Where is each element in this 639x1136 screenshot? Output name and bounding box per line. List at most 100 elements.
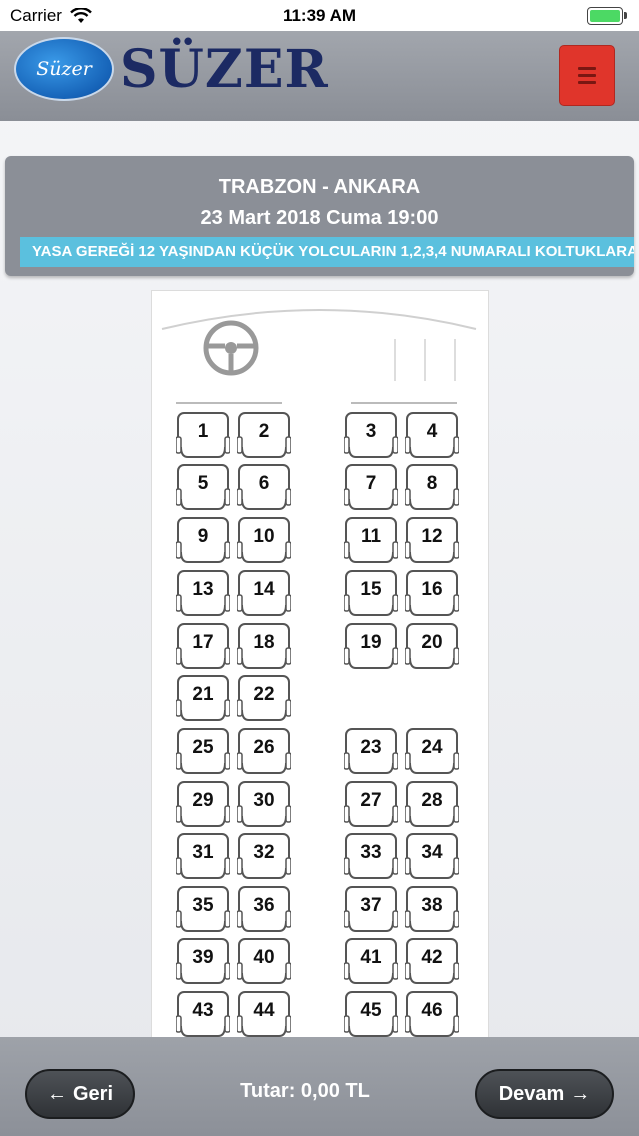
- seat[interactable]: 30: [237, 780, 291, 830]
- seat[interactable]: 35: [176, 885, 230, 935]
- seat-number: 20: [421, 632, 443, 653]
- seat-number: 33: [360, 842, 382, 863]
- seat-number: 21: [192, 684, 214, 705]
- seat[interactable]: 6: [237, 463, 291, 513]
- seat-number: 14: [253, 579, 275, 600]
- seat[interactable]: 13: [176, 569, 230, 619]
- seat-number: 44: [253, 1000, 275, 1021]
- seat-number: 6: [258, 473, 270, 494]
- seat[interactable]: 20: [405, 622, 459, 672]
- seat-number: 17: [192, 632, 214, 653]
- menu-button[interactable]: [559, 45, 615, 106]
- status-left: Carrier: [10, 6, 92, 26]
- seat-number: 16: [421, 579, 443, 600]
- seat[interactable]: 40: [237, 937, 291, 987]
- seat[interactable]: 3: [344, 411, 398, 461]
- carrier-label: Carrier: [10, 5, 62, 25]
- seat-number: 1: [197, 421, 209, 442]
- seat[interactable]: 31: [176, 832, 230, 882]
- seat-number: 9: [197, 526, 209, 547]
- seat[interactable]: 25: [176, 727, 230, 777]
- seat-number: 29: [192, 790, 214, 811]
- seat[interactable]: 14: [237, 569, 291, 619]
- brand-logo[interactable]: Süzer SÜZER: [14, 37, 329, 101]
- seat-number: 37: [360, 895, 382, 916]
- steering-wheel-icon: [203, 320, 259, 376]
- seat[interactable]: 16: [405, 569, 459, 619]
- seat[interactable]: 23: [344, 727, 398, 777]
- seat-number: 2: [258, 421, 270, 442]
- seat[interactable]: 36: [237, 885, 291, 935]
- seat-number: 28: [421, 790, 443, 811]
- seat[interactable]: 10: [237, 516, 291, 566]
- seat[interactable]: 1: [176, 411, 230, 461]
- seat[interactable]: 37: [344, 885, 398, 935]
- seat[interactable]: 28: [405, 780, 459, 830]
- seat-number: 13: [192, 579, 214, 600]
- seat-number: 23: [360, 737, 382, 758]
- seat[interactable]: 45: [344, 990, 398, 1040]
- seat[interactable]: 9: [176, 516, 230, 566]
- seat-number: 32: [253, 842, 275, 863]
- seat[interactable]: 38: [405, 885, 459, 935]
- seat[interactable]: 18: [237, 622, 291, 672]
- hamburger-icon: [578, 67, 596, 84]
- door-icon: [394, 339, 456, 381]
- seat[interactable]: 26: [237, 727, 291, 777]
- status-bar: Carrier 11:39 AM: [0, 0, 639, 31]
- seat-number: 27: [360, 790, 382, 811]
- seat[interactable]: 44: [237, 990, 291, 1040]
- trip-info-card: TRABZON - ANKARA 23 Mart 2018 Cuma 19:00…: [5, 156, 634, 276]
- seat-number: 4: [426, 421, 438, 442]
- seat-number: 45: [360, 1000, 382, 1021]
- seat[interactable]: 46: [405, 990, 459, 1040]
- seat-number: 38: [421, 895, 443, 916]
- seat-number: 41: [360, 947, 382, 968]
- continue-button[interactable]: Devam →: [475, 1069, 614, 1119]
- seat[interactable]: 12: [405, 516, 459, 566]
- seat[interactable]: 7: [344, 463, 398, 513]
- seat-number: 26: [253, 737, 275, 758]
- seat[interactable]: 8: [405, 463, 459, 513]
- seat-number: 39: [192, 947, 214, 968]
- seat[interactable]: 17: [176, 622, 230, 672]
- seat[interactable]: 15: [344, 569, 398, 619]
- back-button-label: Geri: [72, 1082, 114, 1105]
- seat[interactable]: 4: [405, 411, 459, 461]
- seat-number: 40: [253, 947, 275, 968]
- status-time: 11:39 AM: [282, 5, 357, 25]
- seat[interactable]: 22: [237, 674, 291, 724]
- seat-number: 43: [192, 1000, 214, 1021]
- seat[interactable]: 41: [344, 937, 398, 987]
- seat[interactable]: 33: [344, 832, 398, 882]
- seat-number: 46: [421, 1000, 443, 1021]
- seat[interactable]: 11: [344, 516, 398, 566]
- arrow-left-icon: ←: [46, 1082, 67, 1105]
- back-button[interactable]: ← Geri: [25, 1069, 135, 1119]
- seat[interactable]: 29: [176, 780, 230, 830]
- seat[interactable]: 43: [176, 990, 230, 1040]
- app-header: Süzer SÜZER: [0, 31, 639, 121]
- seat[interactable]: 2: [237, 411, 291, 461]
- seat[interactable]: 24: [405, 727, 459, 777]
- arrow-right-icon: →: [570, 1082, 591, 1105]
- seat-number: 35: [192, 895, 214, 916]
- seat-number: 10: [253, 526, 275, 547]
- seat[interactable]: 39: [176, 937, 230, 987]
- seat[interactable]: 42: [405, 937, 459, 987]
- wifi-icon: [70, 7, 92, 23]
- seat-number: 24: [421, 737, 443, 758]
- door-divider: [351, 402, 457, 404]
- seat[interactable]: 19: [344, 622, 398, 672]
- seat-number: 22: [253, 684, 275, 705]
- seat[interactable]: 21: [176, 674, 230, 724]
- seat-number: 7: [365, 473, 377, 494]
- seat-number: 18: [253, 632, 275, 653]
- continue-button-label: Devam: [498, 1082, 565, 1105]
- seat-number: 36: [253, 895, 275, 916]
- seat[interactable]: 32: [237, 832, 291, 882]
- seat[interactable]: 5: [176, 463, 230, 513]
- seat[interactable]: 34: [405, 832, 459, 882]
- seat-number: 12: [421, 526, 443, 547]
- seat[interactable]: 27: [344, 780, 398, 830]
